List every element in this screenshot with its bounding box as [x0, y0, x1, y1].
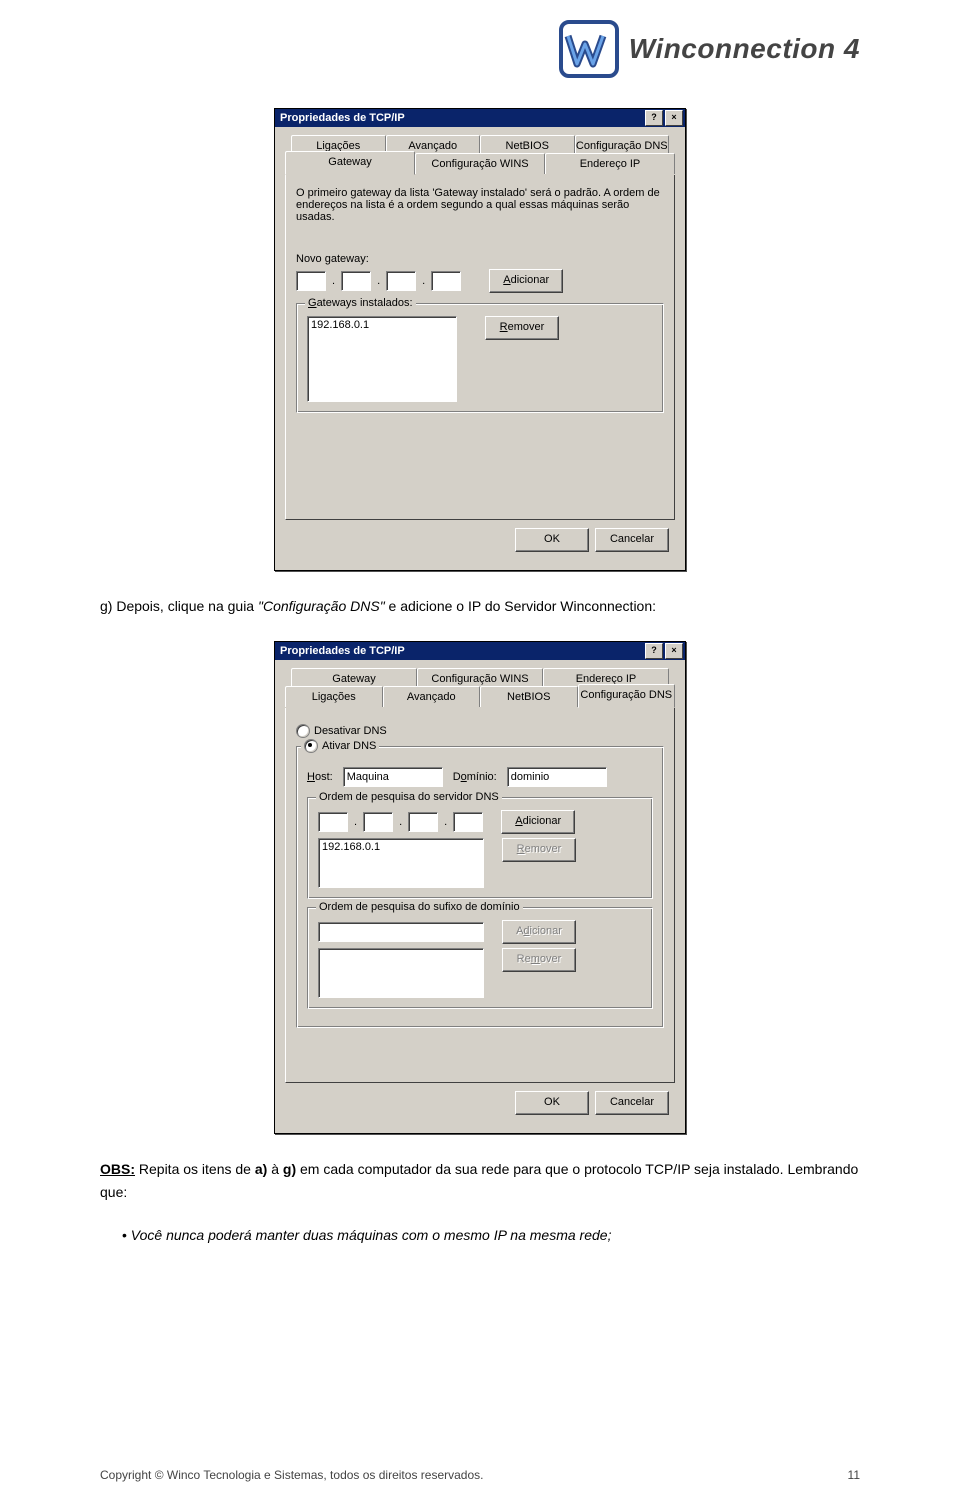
title-text: Propriedades de TCP/IP	[277, 645, 643, 657]
radio-enable-dns[interactable]	[304, 739, 318, 753]
tab-endereco-ip[interactable]: Endereço IP	[545, 153, 675, 174]
brand-text: Winconnection 4	[629, 33, 860, 65]
suffix-input[interactable]	[318, 922, 484, 942]
host-label: Host:	[307, 771, 333, 783]
add-button[interactable]: Adicionar	[489, 269, 563, 293]
dns-order-label: Ordem de pesquisa do servidor DNS	[316, 791, 502, 803]
page-number: 11	[848, 1468, 860, 1482]
ok-button[interactable]: OK	[515, 1091, 589, 1115]
dns-remove-button: Remover	[502, 838, 576, 862]
novo-gateway-label: Novo gateway:	[296, 253, 664, 265]
installed-label: Gateways instalados:	[305, 297, 416, 309]
paragraph-obs: OBS: Repita os itens de a) à g) em cada …	[100, 1158, 860, 1203]
ok-button[interactable]: OK	[515, 528, 589, 552]
help-icon[interactable]: ?	[645, 643, 663, 659]
installed-list[interactable]: 192.168.0.1	[307, 316, 457, 402]
radio-disable-dns[interactable]	[296, 724, 310, 738]
suffix-list[interactable]	[318, 948, 484, 998]
suffix-order-label: Ordem de pesquisa do sufixo de domínio	[316, 901, 523, 913]
dialog-tcpip-dns: Propriedades de TCP/IP ? × Gateway Confi…	[274, 641, 686, 1134]
title-text: Propriedades de TCP/IP	[277, 112, 643, 124]
domain-label: Domínio:	[453, 771, 497, 783]
title-bar[interactable]: Propriedades de TCP/IP ? ×	[275, 109, 685, 127]
dialog-tcpip-gateway: Propriedades de TCP/IP ? × Ligações Avan…	[274, 108, 686, 571]
title-bar[interactable]: Propriedades de TCP/IP ? ×	[275, 642, 685, 660]
tab-netbios[interactable]: NetBIOS	[480, 686, 578, 707]
winconnection-logo-icon	[559, 20, 619, 78]
dns-add-button[interactable]: Adicionar	[501, 810, 575, 834]
remove-button[interactable]: Remover	[485, 316, 559, 340]
cancel-button[interactable]: Cancelar	[595, 528, 669, 552]
tab-config-dns[interactable]: Configuração DNS	[578, 684, 676, 708]
tab-ligacoes[interactable]: Ligações	[285, 686, 383, 707]
close-icon[interactable]: ×	[665, 110, 683, 126]
help-icon[interactable]: ?	[645, 110, 663, 126]
ip-octet-1[interactable]	[296, 271, 326, 291]
bullet-item: Você nunca poderá manter duas máquinas c…	[140, 1227, 860, 1243]
tab-avancado[interactable]: Avançado	[383, 686, 481, 707]
close-icon[interactable]: ×	[665, 643, 683, 659]
page-footer: Copyright © Winco Tecnologia e Sistemas,…	[100, 1468, 860, 1482]
ip-input-row[interactable]: . . .	[296, 271, 461, 291]
host-input[interactable]	[343, 767, 443, 787]
help-text: O primeiro gateway da lista 'Gateway ins…	[296, 187, 664, 223]
dns-list[interactable]: 192.168.0.1	[318, 838, 484, 888]
list-item[interactable]: 192.168.0.1	[311, 319, 453, 331]
suffix-add-button: Adicionar	[502, 920, 576, 944]
paragraph-g: g) Depois, clique na guia "Configuração …	[100, 595, 860, 617]
page-header: Winconnection 4	[100, 0, 860, 108]
tab-config-wins[interactable]: Configuração WINS	[415, 153, 545, 174]
tab-gateway[interactable]: Gateway	[285, 151, 415, 175]
ip-octet-4[interactable]	[431, 271, 461, 291]
ip-octet-3[interactable]	[386, 271, 416, 291]
suffix-remove-button: Remover	[502, 948, 576, 972]
domain-input[interactable]	[507, 767, 607, 787]
ip-octet-2[interactable]	[341, 271, 371, 291]
cancel-button[interactable]: Cancelar	[595, 1091, 669, 1115]
